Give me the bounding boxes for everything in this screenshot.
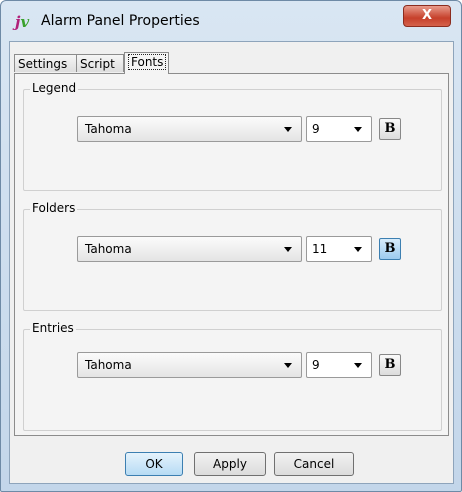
legend-group-title: Legend <box>30 81 79 95</box>
entries-group: Entries Tahoma 9 B <box>23 321 442 431</box>
properties-window: jv Alarm Panel Properties X Settings Scr… <box>0 0 462 492</box>
ok-button[interactable]: OK <box>125 452 183 476</box>
folders-group: Folders Tahoma 11 B <box>23 201 442 311</box>
legend-size-value: 9 <box>312 122 320 136</box>
apply-button[interactable]: Apply <box>194 452 266 476</box>
close-button[interactable]: X <box>403 5 451 27</box>
folders-group-title: Folders <box>30 201 78 215</box>
entries-group-title: Entries <box>30 321 76 335</box>
folders-font-select[interactable]: Tahoma <box>77 236 302 262</box>
dialog-body: Settings Script Fonts Legend Tahoma 9 B <box>9 41 454 484</box>
tab-script[interactable]: Script <box>76 54 124 72</box>
chevron-down-icon <box>354 363 362 368</box>
tab-fonts-label: Fonts <box>128 54 167 70</box>
legend-font-select[interactable]: Tahoma <box>77 116 302 142</box>
legend-bold-toggle[interactable]: B <box>379 118 401 140</box>
entries-size-value: 9 <box>312 358 320 372</box>
app-logo-icon: jv <box>15 13 30 31</box>
tab-settings[interactable]: Settings <box>14 54 77 72</box>
tab-fonts[interactable]: Fonts <box>124 52 169 74</box>
folders-bold-toggle[interactable]: B <box>379 238 401 260</box>
chevron-down-icon <box>354 127 362 132</box>
entries-font-value: Tahoma <box>85 358 132 372</box>
legend-font-value: Tahoma <box>85 122 132 136</box>
window-title: Alarm Panel Properties <box>41 13 200 29</box>
chevron-down-icon <box>284 127 292 132</box>
folders-size-select[interactable]: 11 <box>306 236 372 262</box>
chevron-down-icon <box>354 247 362 252</box>
legend-size-select[interactable]: 9 <box>306 116 372 142</box>
folders-font-value: Tahoma <box>85 242 132 256</box>
entries-font-select[interactable]: Tahoma <box>77 352 302 378</box>
title-bar[interactable]: jv Alarm Panel Properties X <box>1 1 461 39</box>
chevron-down-icon <box>284 247 292 252</box>
entries-size-select[interactable]: 9 <box>306 352 372 378</box>
fonts-panel: Legend Tahoma 9 B Folders Tahoma 11 B En… <box>14 73 449 436</box>
folders-size-value: 11 <box>312 242 328 256</box>
entries-bold-toggle[interactable]: B <box>379 354 401 376</box>
chevron-down-icon <box>284 363 292 368</box>
cancel-button[interactable]: Cancel <box>274 452 354 476</box>
legend-group: Legend Tahoma 9 B <box>23 81 442 191</box>
